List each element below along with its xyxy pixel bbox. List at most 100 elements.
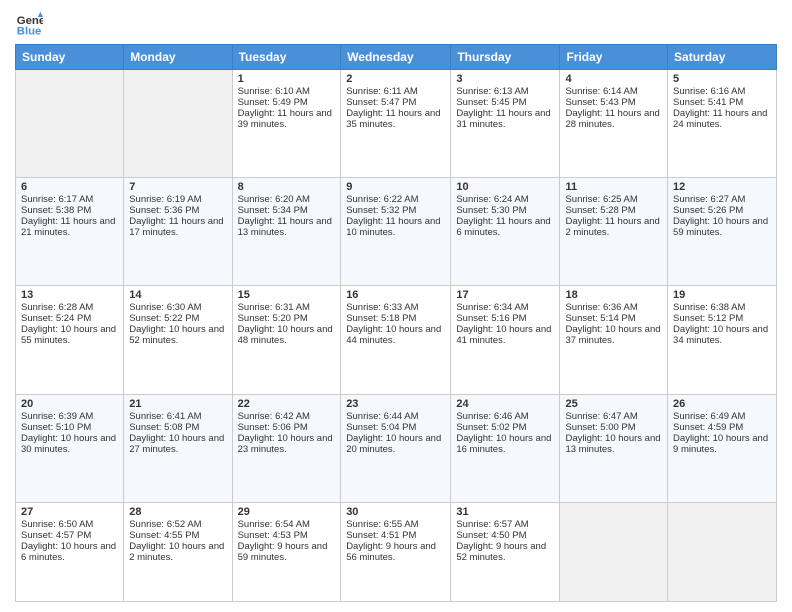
day-info: Daylight: 10 hours and 52 minutes.: [129, 324, 226, 346]
day-info: Sunrise: 6:13 AM: [456, 86, 554, 97]
day-info: Daylight: 11 hours and 31 minutes.: [456, 108, 554, 130]
calendar-cell: 27Sunrise: 6:50 AMSunset: 4:57 PMDayligh…: [16, 502, 124, 601]
day-info: Sunrise: 6:30 AM: [129, 302, 226, 313]
day-info: Daylight: 10 hours and 23 minutes.: [238, 433, 336, 455]
day-number: 8: [238, 181, 336, 193]
day-number: 27: [21, 506, 118, 518]
day-info: Sunset: 4:59 PM: [673, 422, 771, 433]
day-info: Sunrise: 6:42 AM: [238, 411, 336, 422]
calendar-cell: 19Sunrise: 6:38 AMSunset: 5:12 PMDayligh…: [668, 286, 777, 394]
day-info: Daylight: 11 hours and 35 minutes.: [346, 108, 445, 130]
day-info: Daylight: 9 hours and 56 minutes.: [346, 541, 445, 563]
day-info: Sunrise: 6:11 AM: [346, 86, 445, 97]
day-number: 20: [21, 398, 118, 410]
calendar-cell: 13Sunrise: 6:28 AMSunset: 5:24 PMDayligh…: [16, 286, 124, 394]
calendar-cell: 14Sunrise: 6:30 AMSunset: 5:22 PMDayligh…: [124, 286, 232, 394]
calendar-cell: 8Sunrise: 6:20 AMSunset: 5:34 PMDaylight…: [232, 178, 341, 286]
day-info: Daylight: 10 hours and 13 minutes.: [565, 433, 662, 455]
day-info: Sunrise: 6:38 AM: [673, 302, 771, 313]
col-header-wednesday: Wednesday: [341, 45, 451, 70]
day-info: Sunset: 5:30 PM: [456, 205, 554, 216]
day-number: 21: [129, 398, 226, 410]
calendar-cell: 9Sunrise: 6:22 AMSunset: 5:32 PMDaylight…: [341, 178, 451, 286]
day-info: Sunrise: 6:27 AM: [673, 194, 771, 205]
day-info: Daylight: 11 hours and 10 minutes.: [346, 216, 445, 238]
day-info: Daylight: 10 hours and 6 minutes.: [21, 541, 118, 563]
day-info: Daylight: 10 hours and 48 minutes.: [238, 324, 336, 346]
day-info: Sunset: 4:51 PM: [346, 530, 445, 541]
day-info: Daylight: 10 hours and 41 minutes.: [456, 324, 554, 346]
day-number: 19: [673, 289, 771, 301]
calendar-cell: 24Sunrise: 6:46 AMSunset: 5:02 PMDayligh…: [451, 394, 560, 502]
calendar-cell: 12Sunrise: 6:27 AMSunset: 5:26 PMDayligh…: [668, 178, 777, 286]
calendar-cell: 3Sunrise: 6:13 AMSunset: 5:45 PMDaylight…: [451, 70, 560, 178]
day-number: 14: [129, 289, 226, 301]
day-info: Daylight: 11 hours and 13 minutes.: [238, 216, 336, 238]
day-info: Daylight: 9 hours and 59 minutes.: [238, 541, 336, 563]
col-header-monday: Monday: [124, 45, 232, 70]
day-info: Daylight: 10 hours and 30 minutes.: [21, 433, 118, 455]
day-info: Sunrise: 6:31 AM: [238, 302, 336, 313]
calendar-cell: 18Sunrise: 6:36 AMSunset: 5:14 PMDayligh…: [560, 286, 668, 394]
header: General Blue: [15, 10, 777, 38]
day-info: Sunset: 5:04 PM: [346, 422, 445, 433]
day-info: Sunrise: 6:44 AM: [346, 411, 445, 422]
day-number: 31: [456, 506, 554, 518]
day-info: Sunset: 5:26 PM: [673, 205, 771, 216]
day-info: Daylight: 10 hours and 44 minutes.: [346, 324, 445, 346]
day-info: Sunset: 5:06 PM: [238, 422, 336, 433]
col-header-friday: Friday: [560, 45, 668, 70]
calendar-cell: 2Sunrise: 6:11 AMSunset: 5:47 PMDaylight…: [341, 70, 451, 178]
day-info: Sunset: 5:12 PM: [673, 313, 771, 324]
day-number: 3: [456, 73, 554, 85]
day-info: Daylight: 10 hours and 16 minutes.: [456, 433, 554, 455]
calendar-cell: 15Sunrise: 6:31 AMSunset: 5:20 PMDayligh…: [232, 286, 341, 394]
day-number: 11: [565, 181, 662, 193]
day-info: Daylight: 11 hours and 24 minutes.: [673, 108, 771, 130]
day-info: Sunset: 5:49 PM: [238, 97, 336, 108]
calendar-cell: 25Sunrise: 6:47 AMSunset: 5:00 PMDayligh…: [560, 394, 668, 502]
calendar-cell: [560, 502, 668, 601]
calendar-cell: 1Sunrise: 6:10 AMSunset: 5:49 PMDaylight…: [232, 70, 341, 178]
day-info: Sunset: 5:18 PM: [346, 313, 445, 324]
calendar-cell: 20Sunrise: 6:39 AMSunset: 5:10 PMDayligh…: [16, 394, 124, 502]
day-info: Sunset: 5:10 PM: [21, 422, 118, 433]
calendar-cell: 28Sunrise: 6:52 AMSunset: 4:55 PMDayligh…: [124, 502, 232, 601]
day-number: 16: [346, 289, 445, 301]
day-info: Sunset: 4:57 PM: [21, 530, 118, 541]
day-info: Sunset: 4:53 PM: [238, 530, 336, 541]
day-number: 24: [456, 398, 554, 410]
day-number: 1: [238, 73, 336, 85]
day-info: Sunset: 5:45 PM: [456, 97, 554, 108]
day-number: 22: [238, 398, 336, 410]
day-info: Sunrise: 6:41 AM: [129, 411, 226, 422]
day-info: Sunset: 5:08 PM: [129, 422, 226, 433]
day-info: Daylight: 11 hours and 2 minutes.: [565, 216, 662, 238]
day-info: Sunset: 4:55 PM: [129, 530, 226, 541]
calendar-cell: [16, 70, 124, 178]
day-number: 23: [346, 398, 445, 410]
col-header-tuesday: Tuesday: [232, 45, 341, 70]
day-info: Sunrise: 6:22 AM: [346, 194, 445, 205]
calendar-cell: 4Sunrise: 6:14 AMSunset: 5:43 PMDaylight…: [560, 70, 668, 178]
day-info: Sunrise: 6:19 AM: [129, 194, 226, 205]
calendar-cell: [668, 502, 777, 601]
day-info: Daylight: 11 hours and 17 minutes.: [129, 216, 226, 238]
day-info: Sunrise: 6:54 AM: [238, 519, 336, 530]
day-number: 26: [673, 398, 771, 410]
day-info: Sunrise: 6:57 AM: [456, 519, 554, 530]
calendar-cell: 26Sunrise: 6:49 AMSunset: 4:59 PMDayligh…: [668, 394, 777, 502]
calendar-table: SundayMondayTuesdayWednesdayThursdayFrid…: [15, 44, 777, 602]
day-info: Daylight: 11 hours and 6 minutes.: [456, 216, 554, 238]
day-info: Daylight: 10 hours and 9 minutes.: [673, 433, 771, 455]
calendar-cell: [124, 70, 232, 178]
day-number: 5: [673, 73, 771, 85]
day-info: Sunset: 5:32 PM: [346, 205, 445, 216]
day-info: Sunset: 5:47 PM: [346, 97, 445, 108]
day-info: Sunrise: 6:34 AM: [456, 302, 554, 313]
day-number: 12: [673, 181, 771, 193]
day-info: Sunrise: 6:10 AM: [238, 86, 336, 97]
calendar-cell: 6Sunrise: 6:17 AMSunset: 5:38 PMDaylight…: [16, 178, 124, 286]
day-number: 9: [346, 181, 445, 193]
calendar-cell: 29Sunrise: 6:54 AMSunset: 4:53 PMDayligh…: [232, 502, 341, 601]
